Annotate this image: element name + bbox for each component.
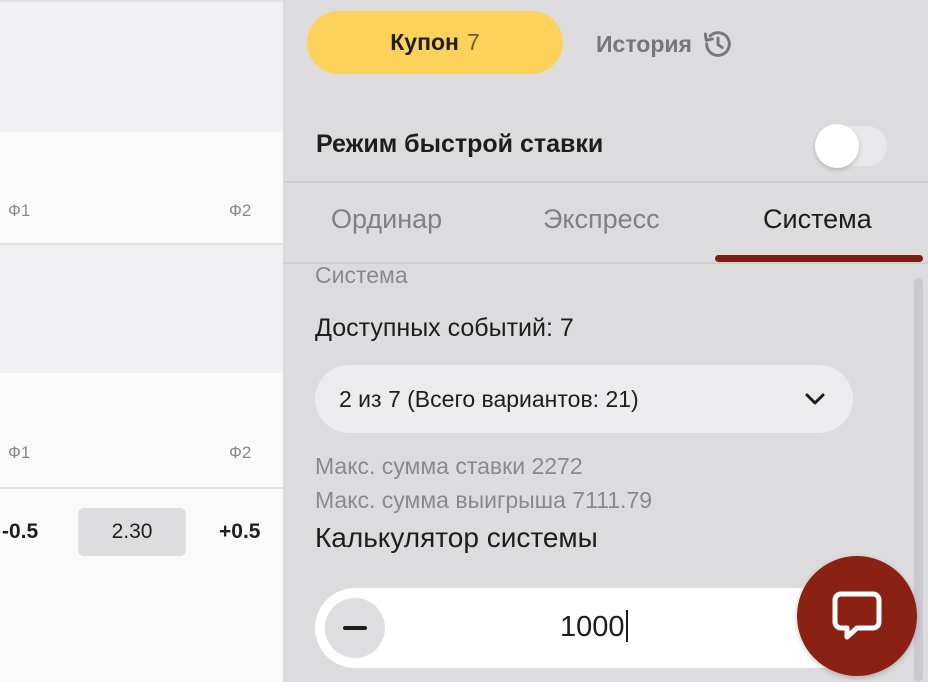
decrease-button[interactable] (325, 598, 385, 658)
max-stake-text: Макс. сумма ставки 2272 (315, 453, 583, 479)
bet-type-tabs: Ординар Экспресс Система (283, 190, 928, 252)
system-select-value: 2 из 7 (Всего вариантов: 21) (339, 385, 639, 412)
history-icon (703, 31, 731, 57)
event-header-2 (0, 245, 283, 373)
tab-coupon-label: Купон (390, 29, 459, 55)
available-events: Доступных событий: 7 (315, 314, 574, 342)
fast-bet-label: Режим быстрой ставки (316, 130, 604, 158)
tab-express[interactable]: Экспресс (543, 204, 660, 235)
minus-icon (343, 626, 367, 630)
system-title: Система (315, 262, 408, 288)
chat-button[interactable] (797, 556, 917, 676)
chat-icon (832, 591, 882, 640)
system-select[interactable]: 2 из 7 (Всего вариантов: 21) (315, 365, 853, 433)
market-row-2 (0, 373, 283, 488)
handicap-right: +0.5 (219, 520, 261, 543)
market-label-f1: Ф1 (8, 201, 31, 220)
fast-bet-toggle[interactable] (815, 121, 891, 168)
events-panel: Ф1 Ф2 Ф1 Ф2 -0.5 2.30 +0.5 (0, 0, 283, 682)
active-tab-indicator (715, 255, 923, 262)
tab-coupon-count: 7 (466, 29, 480, 55)
calculator-title: Калькулятор системы (315, 522, 598, 553)
stake-input[interactable]: 1000 (560, 610, 628, 644)
tab-coupon[interactable]: Купон 7 (307, 11, 563, 74)
divider (283, 181, 928, 183)
tab-single[interactable]: Ординар (331, 204, 442, 235)
market-label-f2: Ф2 (229, 443, 252, 462)
max-win-text: Макс. сумма выигрыша 7111.79 (315, 487, 653, 513)
text-caret (625, 610, 628, 642)
market-label-f1: Ф1 (8, 443, 31, 462)
toggle-knob (815, 124, 859, 168)
chevron-down-icon (805, 393, 825, 405)
tab-system[interactable]: Система (763, 204, 872, 235)
odds-button[interactable]: 2.30 (78, 508, 186, 556)
tab-history[interactable]: История (596, 24, 734, 64)
market-label-f2: Ф2 (229, 201, 252, 220)
stake-value: 1000 (560, 611, 625, 643)
market-row-1 (0, 132, 283, 244)
tab-history-label: История (596, 30, 692, 57)
handicap-left: -0.5 (2, 520, 39, 543)
event-header-1 (0, 2, 283, 132)
